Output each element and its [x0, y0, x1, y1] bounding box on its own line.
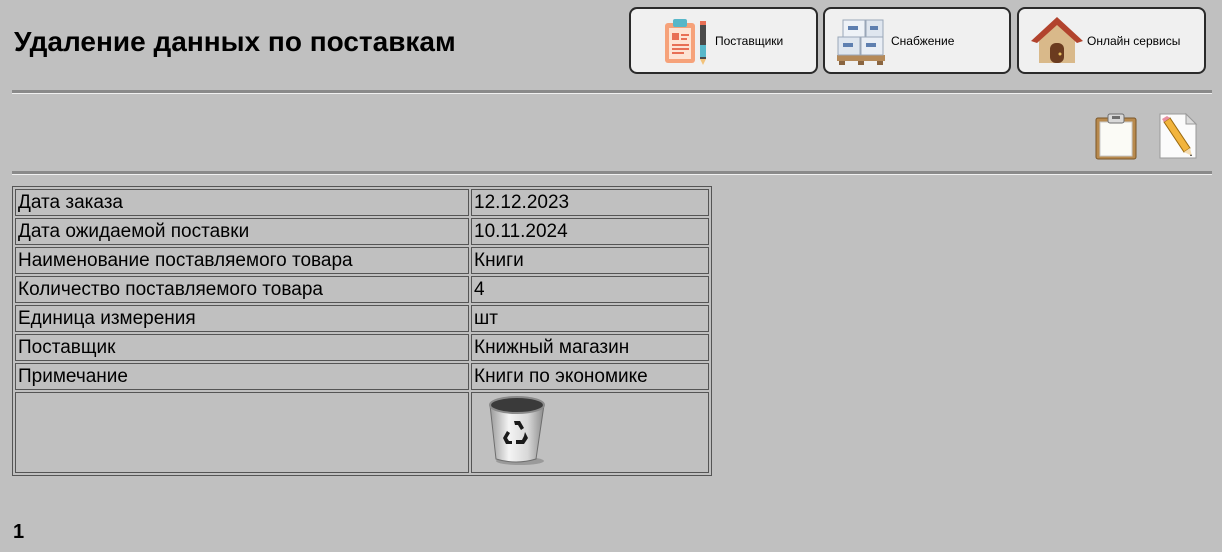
toolbar-divider — [12, 171, 1212, 175]
field-label-order-date: Дата заказа — [15, 189, 469, 216]
empty-cell — [15, 392, 469, 473]
field-label-note: Примечание — [15, 363, 469, 390]
field-value-product-name: Книги — [471, 247, 709, 274]
delete-cell — [471, 392, 709, 473]
header-divider — [12, 90, 1212, 94]
page-title: Удаление данных по поставкам — [14, 26, 456, 57]
table-row: Количество поставляемого товара 4 — [15, 276, 709, 303]
recycle-bin-icon[interactable] — [486, 395, 550, 467]
field-label-expected-date: Дата ожидаемой поставки — [15, 218, 469, 245]
table-row: Единица измерения шт — [15, 305, 709, 332]
suppliers-button-label: Поставщики — [715, 33, 784, 48]
field-label-quantity: Количество поставляемого товара — [15, 276, 469, 303]
table-row-actions — [15, 392, 709, 473]
pagination-page-1[interactable]: 1 — [13, 521, 24, 544]
field-label-unit: Единица измерения — [15, 305, 469, 332]
field-value-expected-date: 10.11.2024 — [471, 218, 709, 245]
table-row: Примечание Книги по экономике — [15, 363, 709, 390]
field-value-supplier: Книжный магазин — [471, 334, 709, 361]
field-label-product-name: Наименование поставляемого товара — [15, 247, 469, 274]
supply-details-table: Дата заказа 12.12.2023 Дата ожидаемой по… — [12, 186, 712, 476]
supply-button-label: Снабжение — [891, 33, 955, 48]
field-value-quantity: 4 — [471, 276, 709, 303]
online-services-button-label: Онлайн сервисы — [1087, 33, 1181, 48]
field-label-supplier: Поставщик — [15, 334, 469, 361]
house-icon — [1031, 16, 1083, 63]
boxes-pallet-icon — [837, 19, 885, 65]
field-value-unit: шт — [471, 305, 709, 332]
table-row: Дата ожидаемой поставки 10.11.2024 — [15, 218, 709, 245]
supply-button[interactable]: Снабжение — [823, 7, 1011, 74]
suppliers-button[interactable]: Поставщики — [629, 7, 818, 74]
field-value-note: Книги по экономике — [471, 363, 709, 390]
clipboard-list-icon — [665, 18, 706, 65]
table-row: Поставщик Книжный магазин — [15, 334, 709, 361]
online-services-button[interactable]: Онлайн сервисы — [1017, 7, 1206, 74]
pencil-document-icon[interactable] — [1156, 112, 1200, 160]
table-row: Наименование поставляемого товара Книги — [15, 247, 709, 274]
field-value-order-date: 12.12.2023 — [471, 189, 709, 216]
table-row: Дата заказа 12.12.2023 — [15, 189, 709, 216]
clipboard-icon[interactable] — [1094, 112, 1138, 160]
